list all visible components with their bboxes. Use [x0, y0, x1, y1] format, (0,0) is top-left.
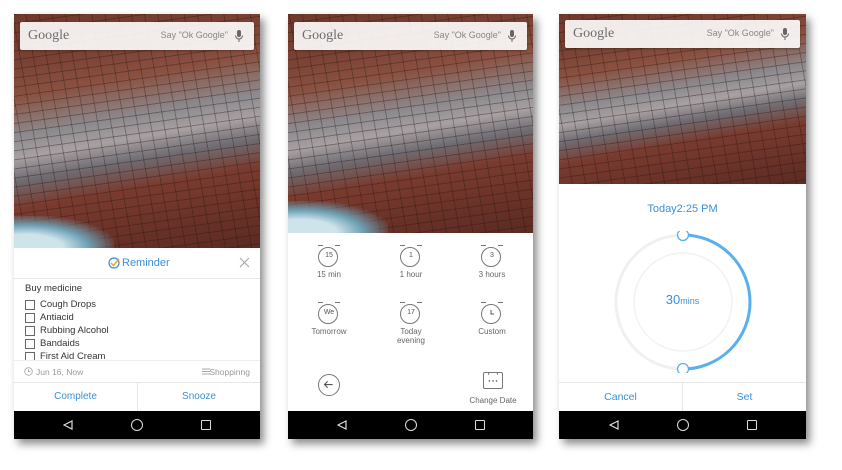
phone-screen-snooze-options: Google Say "Ok Google" 15 15 min 1 1 hou… — [288, 14, 533, 439]
option-15-min[interactable]: 15 15 min — [294, 245, 364, 279]
option-label: Today evening — [396, 327, 426, 345]
option-label: 3 hours — [478, 270, 506, 279]
alarm-icon: 15 — [318, 245, 340, 267]
checklist-item[interactable]: Bandaids — [25, 337, 245, 350]
search-hint: Say "Ok Google" — [160, 30, 228, 40]
duration-number: 30 — [665, 292, 681, 307]
option-label: Tomorrow — [311, 327, 347, 336]
google-logo: Google — [302, 28, 344, 43]
mic-icon[interactable] — [505, 29, 519, 43]
snooze-options-panel: 15 15 min 1 1 hour 3 3 hours We Tomorrow… — [288, 233, 533, 411]
duration-unit: mins — [680, 296, 700, 306]
navigation-bar — [288, 411, 533, 439]
list-name: Shoppinng — [209, 367, 250, 377]
option-3-hours[interactable]: 3 3 hours — [457, 245, 527, 279]
search-hint: Say "Ok Google" — [706, 28, 774, 38]
alarm-icon: 3 — [481, 245, 503, 267]
alarm-icon: 1 — [400, 245, 422, 267]
checkbox[interactable] — [25, 312, 35, 323]
close-icon[interactable] — [239, 257, 250, 268]
back-arrow-icon[interactable] — [318, 374, 340, 396]
checklist-item[interactable]: Rubbing Alcohol — [25, 324, 245, 337]
alarm-clock-icon — [481, 302, 503, 324]
reminder-card: Reminder Buy medicine Cough Drops Antiac… — [14, 248, 260, 411]
reminder-title: Reminder — [122, 257, 170, 269]
checkbox[interactable] — [25, 325, 35, 336]
nav-home-icon[interactable] — [677, 419, 689, 431]
reminder-actions: Complete Snooze — [14, 382, 260, 411]
alarm-icon: We — [318, 302, 340, 324]
nav-back-icon[interactable] — [609, 420, 619, 430]
phone-screen-time-picker: Google Say "Ok Google" Today2:25 PM 30mi… — [559, 14, 806, 439]
navigation-bar — [14, 411, 260, 439]
google-search-bar[interactable]: Google Say "Ok Google" — [20, 22, 254, 50]
nav-recent-icon[interactable] — [201, 420, 211, 430]
reminder-date: Jun 16, Now — [36, 367, 84, 377]
google-search-bar[interactable]: Google Say "Ok Google" — [294, 22, 527, 50]
snooze-button[interactable]: Snooze — [138, 383, 260, 411]
option-tomorrow[interactable]: We Tomorrow — [294, 302, 364, 336]
complete-button[interactable]: Complete — [14, 383, 137, 411]
option-label: 15 min — [316, 270, 341, 279]
mic-icon[interactable] — [232, 29, 246, 43]
wallpaper-sea — [288, 201, 388, 235]
google-search-bar[interactable]: Google Say "Ok Google" — [565, 20, 800, 48]
nav-back-icon[interactable] — [63, 420, 73, 430]
checklist: Cough Drops Antiacid Rubbing Alcohol Ban… — [25, 298, 245, 360]
phone-screen-reminder: Google Say "Ok Google" Reminder Buy medi… — [14, 14, 260, 439]
checkbox[interactable] — [25, 351, 35, 360]
reminder-meta: Jun 16, Now Shoppinng — [14, 360, 260, 383]
navigation-bar — [559, 411, 806, 439]
search-hint: Say "Ok Google" — [433, 30, 501, 40]
check-icon — [108, 257, 120, 269]
wallpaper-sea — [14, 216, 114, 250]
nav-home-icon[interactable] — [405, 419, 417, 431]
selected-datetime: Today2:25 PM — [647, 203, 718, 215]
time-picker-panel: Today2:25 PM 30mins Cancel Set — [559, 184, 806, 411]
reminder-header: Reminder — [14, 248, 260, 279]
checkbox[interactable] — [25, 299, 35, 310]
note-title: Buy medicine — [25, 283, 83, 294]
google-logo: Google — [573, 26, 615, 41]
checklist-item[interactable]: Antiacid — [25, 311, 245, 324]
google-logo: Google — [28, 28, 70, 43]
nav-back-icon[interactable] — [337, 420, 347, 430]
calendar-icon[interactable] — [483, 372, 503, 389]
alarm-icon: 17 — [400, 302, 422, 324]
option-custom[interactable]: Custom — [457, 302, 527, 336]
dial-start-handle[interactable] — [676, 231, 690, 242]
set-button[interactable]: Set — [683, 383, 806, 411]
checklist-item[interactable]: Cough Drops — [25, 298, 245, 311]
option-label: 1 hour — [399, 270, 423, 279]
checklist-item[interactable]: First Aid Cream — [25, 350, 245, 360]
duration-value: 30mins — [559, 291, 806, 309]
cancel-button[interactable]: Cancel — [559, 383, 682, 411]
dial-end-handle[interactable] — [676, 362, 690, 374]
nav-home-icon[interactable] — [131, 419, 143, 431]
option-today-evening[interactable]: 17 Today evening — [376, 302, 446, 345]
nav-recent-icon[interactable] — [747, 420, 757, 430]
option-label: Custom — [478, 327, 506, 336]
mic-icon[interactable] — [778, 27, 792, 41]
time-picker-actions: Cancel Set — [559, 382, 806, 411]
nav-recent-icon[interactable] — [475, 420, 485, 430]
option-1-hour[interactable]: 1 1 hour — [376, 245, 446, 279]
change-date-button[interactable]: Change Date — [458, 396, 528, 405]
checkbox[interactable] — [25, 338, 35, 349]
clock-icon — [24, 367, 33, 376]
